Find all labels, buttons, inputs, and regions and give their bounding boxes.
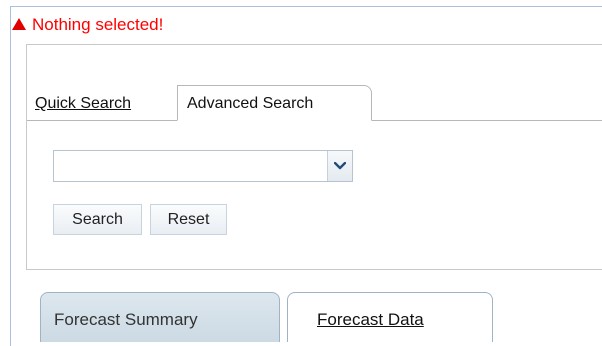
search-button[interactable]: Search	[53, 204, 142, 235]
warning-triangle-icon	[12, 18, 26, 30]
reset-button-label: Reset	[167, 211, 210, 228]
tab-advanced-search-label: Advanced Search	[187, 95, 314, 112]
tab-forecast-summary[interactable]: Forecast Summary	[40, 292, 280, 342]
tab-forecast-data-label: Forecast Data	[317, 310, 424, 329]
search-criteria-dropdown[interactable]	[53, 150, 353, 182]
warning-message: Nothing selected!	[12, 15, 163, 35]
search-tabstrip: Quick Search Advanced Search	[27, 85, 602, 121]
search-panel: Quick Search Advanced Search Search Rese…	[26, 44, 602, 270]
search-button-label: Search	[72, 211, 123, 228]
warning-text: Nothing selected!	[32, 15, 164, 34]
dropdown-toggle[interactable]	[327, 151, 352, 181]
forecast-tabstrip: Forecast Summary Forecast Data	[40, 292, 602, 342]
tab-advanced-search[interactable]: Advanced Search	[177, 85, 372, 121]
chevron-down-icon	[334, 162, 346, 170]
tab-forecast-data[interactable]: Forecast Data	[287, 292, 493, 342]
tab-quick-search[interactable]: Quick Search	[35, 95, 131, 113]
tab-forecast-summary-label: Forecast Summary	[54, 310, 198, 329]
reset-button[interactable]: Reset	[150, 204, 227, 235]
